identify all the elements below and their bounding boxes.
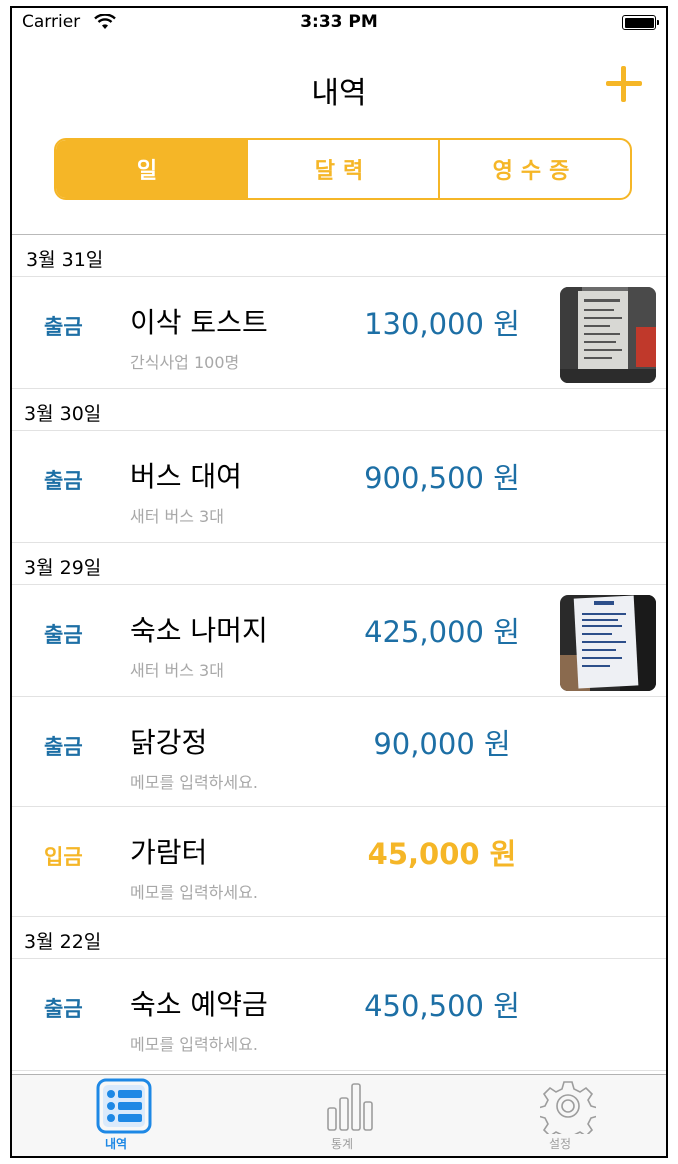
tab-bar: 내역 통계 설정 xyxy=(12,1074,666,1156)
tab-history[interactable]: 내역 xyxy=(56,1075,176,1156)
transaction-row[interactable]: 출금 버스 대여 새터 버스 3대 900,500 원 xyxy=(12,431,666,543)
transaction-type: 출금 xyxy=(44,623,83,647)
battery-icon xyxy=(622,15,659,30)
phone-screen: Carrier 3:33 PM 내역 일 달력 영수증 3월 31일 출금 이삭… xyxy=(10,6,668,1158)
view-mode-segmented-control: 일 달력 영수증 xyxy=(54,138,632,200)
transaction-type: 출금 xyxy=(44,315,83,339)
transaction-memo: 간식사업 100명 xyxy=(130,353,240,372)
transaction-amount: 425,000 원 xyxy=(364,615,520,649)
status-time: 3:33 PM xyxy=(300,12,378,32)
transaction-row[interactable]: 출금 숙소 나머지 새터 버스 3대 425,000 원 xyxy=(12,585,666,697)
transaction-title: 닭강정 xyxy=(130,726,208,759)
add-button[interactable] xyxy=(604,64,644,104)
status-bar: Carrier 3:33 PM xyxy=(12,8,666,38)
transaction-type: 입금 xyxy=(44,845,83,869)
tab-label: 내역 xyxy=(104,1137,128,1151)
tab-statistics[interactable]: 통계 xyxy=(282,1075,402,1156)
section-header-date: 3월 29일 xyxy=(12,543,666,585)
tab-label: 설정 xyxy=(548,1137,572,1151)
transaction-memo: 새터 버스 3대 xyxy=(130,661,224,680)
transaction-list[interactable]: 3월 31일 출금 이삭 토스트 간식사업 100명 130,000 원 3월 … xyxy=(12,235,666,1071)
gear-icon xyxy=(537,1078,599,1143)
transaction-title: 버스 대여 xyxy=(130,460,242,493)
transaction-memo: 메모를 입력하세요. xyxy=(130,773,258,792)
transaction-row[interactable]: 출금 이삭 토스트 간식사업 100명 130,000 원 xyxy=(12,277,666,389)
transaction-row[interactable]: 출금 닭강정 메모를 입력하세요. 90,000 원 xyxy=(12,697,666,807)
transaction-amount: 45,000 원 xyxy=(367,837,517,871)
transaction-title: 가람터 xyxy=(130,836,208,869)
receipt-thumbnail[interactable] xyxy=(560,287,656,383)
transaction-title: 숙소 예약금 xyxy=(130,988,268,1021)
transaction-row[interactable]: 출금 숙소 예약금 메모를 입력하세요. 450,500 원 xyxy=(12,959,666,1071)
transaction-amount: 900,500 원 xyxy=(364,461,520,495)
transaction-type: 출금 xyxy=(44,735,83,759)
list-icon xyxy=(96,1078,152,1134)
transaction-memo: 메모를 입력하세요. xyxy=(130,1035,258,1054)
segment-calendar[interactable]: 달력 xyxy=(246,140,438,198)
section-header-date: 3월 22일 xyxy=(12,917,666,959)
transaction-amount: 450,500 원 xyxy=(364,989,520,1023)
page-title: 내역 xyxy=(311,76,367,111)
transaction-amount: 90,000 원 xyxy=(373,727,511,761)
receipt-thumbnail[interactable] xyxy=(560,595,656,691)
transaction-title: 숙소 나머지 xyxy=(130,614,268,647)
transaction-type: 출금 xyxy=(44,997,83,1021)
transaction-type: 출금 xyxy=(44,469,83,493)
section-header-date: 3월 30일 xyxy=(12,389,666,431)
tab-label: 통계 xyxy=(330,1137,354,1151)
transaction-title: 이삭 토스트 xyxy=(130,306,268,339)
transaction-amount: 130,000 원 xyxy=(364,307,520,341)
transaction-memo: 새터 버스 3대 xyxy=(130,507,224,526)
bar-chart-icon xyxy=(322,1078,378,1134)
section-header-date: 3월 31일 xyxy=(12,235,666,277)
segment-day[interactable]: 일 xyxy=(56,140,246,198)
transaction-memo: 메모를 입력하세요. xyxy=(130,883,258,902)
tab-settings[interactable]: 설정 xyxy=(500,1075,620,1156)
transaction-row[interactable]: 입금 가람터 메모를 입력하세요. 45,000 원 xyxy=(12,807,666,917)
segment-receipts[interactable]: 영수증 xyxy=(438,140,630,198)
